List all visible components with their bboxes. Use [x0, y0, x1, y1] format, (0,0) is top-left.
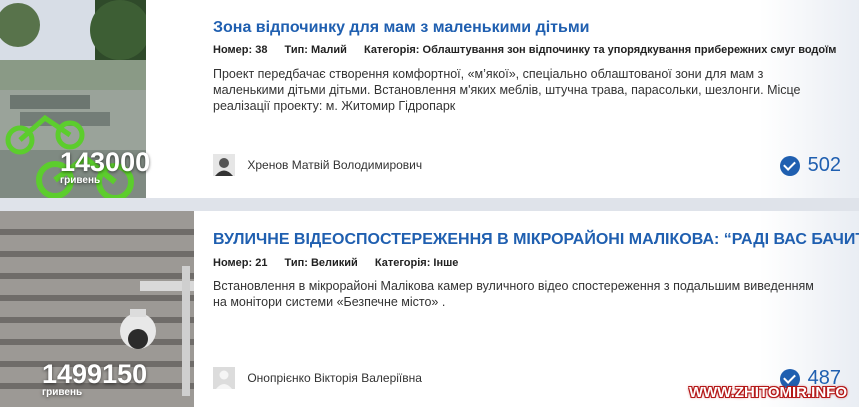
project-card[interactable]: 143000 гривень Зона відпочинку для мам з… [0, 0, 859, 198]
budget-value: 143000 [60, 147, 151, 177]
vote-count[interactable]: 502 [779, 154, 841, 177]
category-value: Облаштування зон відпочинку та упорядкув… [422, 44, 837, 56]
type-label: Тип: [284, 257, 308, 269]
budget-currency: гривень [60, 175, 101, 186]
number-label: Номер: [213, 257, 253, 269]
project-description: Встановлення в мікрорайоні Малікова каме… [213, 279, 814, 309]
project-title-link[interactable]: Зона відпочинку для мам з маленькими діт… [213, 19, 590, 37]
project-description: Проект передбачає створення комфортної, … [213, 67, 801, 113]
author: Онопрієнко Вікторія Валеріївна [213, 367, 422, 389]
type-value: Малий [310, 44, 347, 56]
project-title-link[interactable]: ВУЛИЧНЕ ВІДЕОСПОСТЕРЕЖЕННЯ В МІКРОРАЙОНІ… [213, 231, 859, 249]
vote-count-value: 502 [807, 154, 841, 176]
avatar [213, 154, 235, 176]
project-meta: Номер: 21 Тип: Великий Категорія: Інше [213, 257, 458, 269]
author: Хренов Матвій Володимирович [213, 154, 422, 176]
type-value: Великий [310, 257, 358, 269]
budget-currency: гривень [42, 387, 83, 398]
number-value: 21 [255, 257, 268, 269]
avatar-placeholder [213, 367, 235, 389]
budget-amount: 1499150 гривень [42, 361, 147, 398]
site-watermark: WWW.ZHITOMIR.INFO [688, 384, 847, 401]
check-circle-icon[interactable] [779, 155, 800, 176]
project-meta: Номер: 38 Тип: Малий Категорія: Облаштув… [213, 44, 836, 56]
category-label: Категорія: [363, 44, 420, 56]
project-card[interactable]: 1499150 гривень ВУЛИЧНЕ ВІДЕОСПОСТЕРЕЖЕН… [0, 211, 859, 407]
budget-amount: 143000 гривень [60, 149, 150, 186]
type-label: Тип: [284, 44, 308, 56]
category-label: Категорія: [374, 257, 431, 269]
number-value: 38 [255, 44, 268, 56]
number-label: Номер: [213, 44, 253, 56]
category-value: Інше [433, 257, 459, 269]
budget-value: 1499150 [42, 359, 148, 389]
author-name: Хренов Матвій Володимирович [247, 158, 423, 172]
author-name: Онопрієнко Вікторія Валеріївна [247, 371, 422, 385]
